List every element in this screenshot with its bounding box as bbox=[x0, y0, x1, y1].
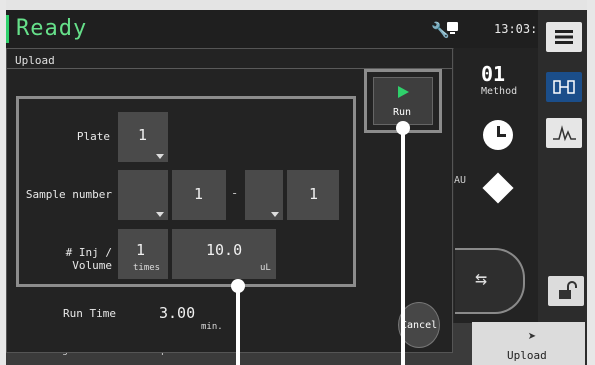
sample-plate-select[interactable] bbox=[118, 170, 168, 220]
switch-button[interactable] bbox=[455, 248, 525, 314]
volume-unit: uL bbox=[260, 263, 271, 273]
chromatogram-icon bbox=[553, 125, 576, 142]
callout-dot-fields bbox=[231, 279, 245, 293]
right-nav-column bbox=[538, 10, 587, 365]
monitor-icon bbox=[447, 22, 458, 34]
run-time-unit: min. bbox=[201, 322, 223, 332]
upload-icon: ➤ bbox=[528, 329, 537, 345]
method-icon bbox=[553, 80, 575, 94]
method-view-button[interactable] bbox=[546, 72, 582, 102]
sample-number-label: Sample number bbox=[25, 188, 112, 201]
method-label: Method bbox=[481, 86, 518, 97]
range-dash: - bbox=[231, 186, 239, 200]
tab-upload-label: Upload bbox=[507, 349, 547, 362]
status-text: Ready bbox=[16, 16, 88, 41]
callout-line-fields bbox=[236, 286, 240, 365]
run-time-label: Run Time bbox=[63, 307, 116, 320]
injection-count-unit: times bbox=[133, 263, 161, 273]
sample-from-value: 1 bbox=[194, 185, 204, 203]
menu-icon bbox=[555, 30, 573, 44]
top-status-bar: Ready 🔧 13:03:10 bbox=[6, 10, 552, 49]
volume-value: 10.0 bbox=[206, 241, 243, 259]
volume-input[interactable]: 10.0 uL bbox=[172, 229, 276, 279]
chevron-down-icon bbox=[156, 212, 164, 217]
dialog-title: Upload bbox=[15, 54, 55, 67]
clock-icon[interactable] bbox=[483, 120, 513, 150]
sample-to-plate-select[interactable] bbox=[245, 170, 283, 220]
chevron-down-icon bbox=[156, 154, 164, 159]
sample-from-input[interactable]: 1 bbox=[172, 170, 226, 220]
run-time-value: 3.00 bbox=[159, 304, 196, 322]
sample-to-input[interactable]: 1 bbox=[287, 170, 339, 220]
run-label: Run bbox=[393, 107, 412, 118]
status-indicator bbox=[6, 15, 9, 43]
sample-to-value: 1 bbox=[309, 185, 319, 203]
injection-count-input[interactable]: 1 times bbox=[118, 229, 168, 279]
chevron-down-icon bbox=[271, 212, 279, 217]
chromatogram-button[interactable] bbox=[546, 118, 582, 148]
inj-volume-label: # Inj / Volume bbox=[65, 246, 112, 272]
instrument-screen: Ready 🔧 13:03:10 01 Method AU ⇆ Purge Pu… bbox=[0, 0, 595, 365]
callout-dot-run bbox=[396, 121, 410, 135]
au-label: AU bbox=[454, 175, 467, 186]
menu-button[interactable] bbox=[546, 22, 582, 52]
play-icon bbox=[398, 86, 409, 98]
arrows-icon: ⇆ bbox=[475, 266, 488, 290]
callout-line-run bbox=[401, 128, 405, 365]
injection-count-value: 1 bbox=[136, 241, 146, 259]
plate-value: 1 bbox=[138, 126, 148, 144]
bezel-right bbox=[587, 0, 595, 365]
method-number[interactable]: 01 bbox=[481, 62, 505, 86]
plate-select[interactable]: 1 bbox=[118, 112, 168, 162]
unlock-button[interactable] bbox=[548, 276, 584, 306]
plate-label: Plate bbox=[76, 130, 110, 143]
unlock-icon bbox=[559, 281, 577, 299]
cancel-label: Cancel bbox=[401, 320, 438, 331]
